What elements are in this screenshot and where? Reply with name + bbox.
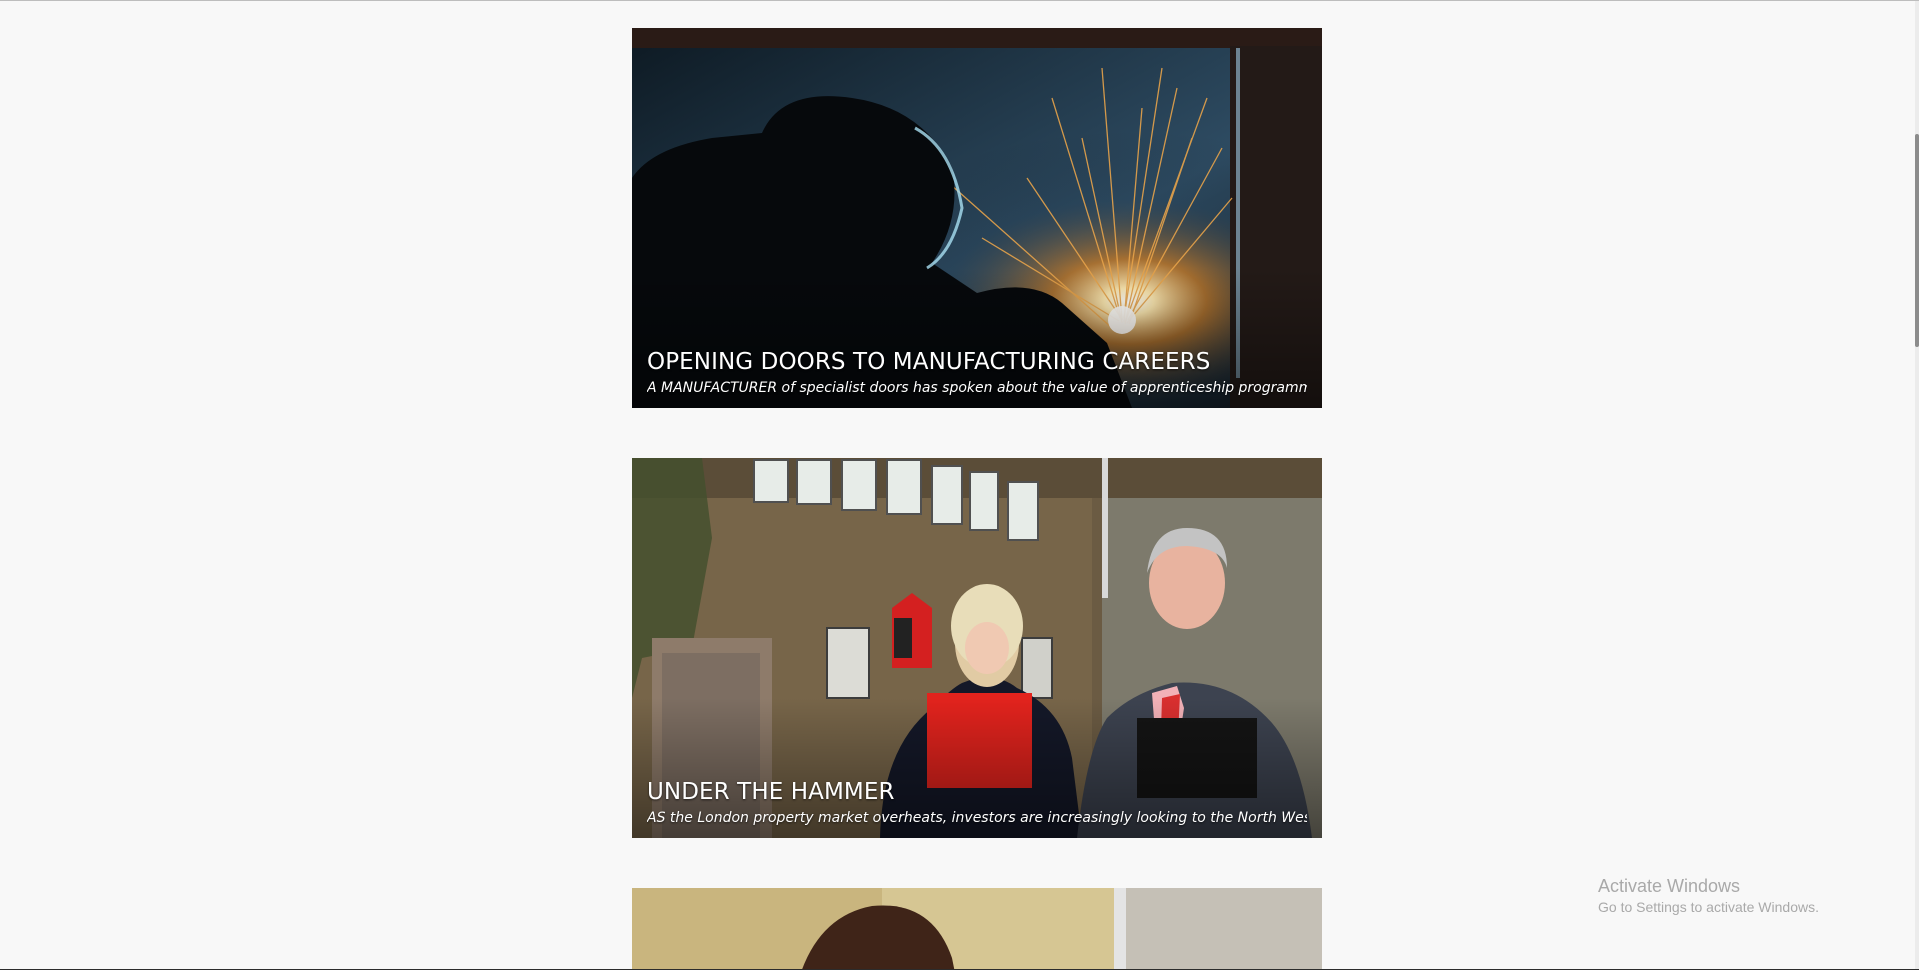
article-card-manufacturing[interactable]: OPENING DOORS TO MANUFACTURING CAREERS A… — [632, 28, 1322, 408]
card-text: OPENING DOORS TO MANUFACTURING CAREERS A… — [647, 347, 1307, 398]
portrait-photo — [632, 888, 1322, 970]
article-excerpt: AS the London property market overheats,… — [647, 810, 1307, 826]
article-feed: OPENING DOORS TO MANUFACTURING CAREERS A… — [632, 28, 1322, 970]
page-scrollbar[interactable] — [1915, 1, 1919, 970]
scrollbar-thumb[interactable] — [1915, 134, 1919, 347]
activate-windows-subtitle: Go to Settings to activate Windows. — [1598, 899, 1819, 915]
article-card-under-the-hammer[interactable]: UNDER THE HAMMER AS the London property … — [632, 458, 1322, 838]
activate-windows-title: Activate Windows — [1598, 876, 1741, 896]
activate-windows-watermark: Activate Windows Go to Settings to activ… — [1598, 874, 1819, 917]
article-title[interactable]: UNDER THE HAMMER — [647, 777, 1307, 807]
card-text: UNDER THE HAMMER AS the London property … — [647, 777, 1307, 828]
article-card-partial[interactable] — [632, 888, 1322, 970]
article-title[interactable]: OPENING DOORS TO MANUFACTURING CAREERS — [647, 347, 1307, 377]
page: OPENING DOORS TO MANUFACTURING CAREERS A… — [0, 0, 1919, 970]
article-excerpt: A MANUFACTURER of specialist doors has s… — [647, 380, 1307, 396]
